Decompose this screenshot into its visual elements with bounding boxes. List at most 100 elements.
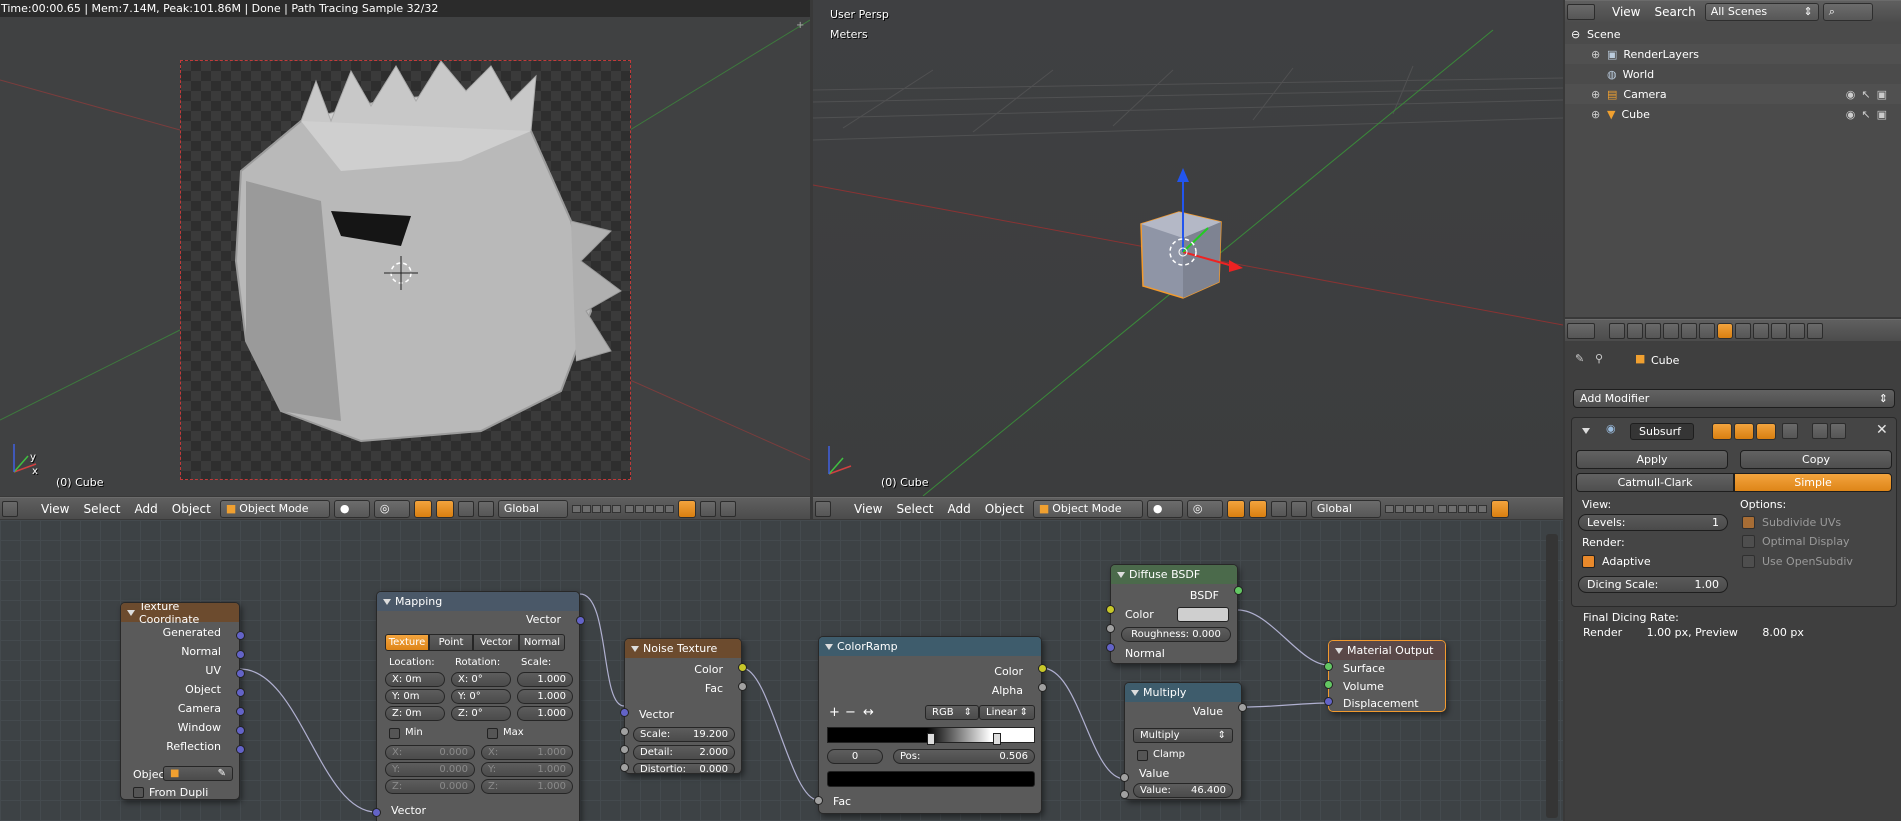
socket-output-volume[interactable] <box>1324 680 1333 689</box>
material-tab-icon[interactable] <box>1753 322 1769 339</box>
stop-color-swatch[interactable] <box>827 771 1035 787</box>
collapse-icon[interactable] <box>825 643 833 650</box>
visibility-icons[interactable]: ◉↖▣ <box>1846 88 1893 101</box>
mapping-tab-vector[interactable]: Vector <box>473 634 519 651</box>
rotation-x-field[interactable]: X: 0° <box>451 672 511 687</box>
location-y-field[interactable]: Y: 0m <box>385 689 445 704</box>
render-tab-icon[interactable] <box>1609 322 1625 339</box>
clamp-checkbox[interactable] <box>1137 750 1148 761</box>
object-tab-icon[interactable] <box>1681 322 1697 339</box>
outliner-menu-view[interactable]: View <box>1607 3 1645 21</box>
max-checkbox[interactable] <box>487 728 498 739</box>
node-editor[interactable]: Texture Coordinate Generated Normal UV O… <box>0 520 1563 821</box>
socket-multiply-in-value-a[interactable] <box>1120 773 1129 782</box>
max-x-field[interactable]: X: 1.000 <box>481 745 573 760</box>
outliner-item-scene[interactable]: ⊖ Scene <box>1565 24 1901 44</box>
snap-button[interactable] <box>719 500 736 517</box>
menu-object[interactable]: Object <box>980 500 1029 518</box>
data-tab-icon[interactable] <box>1735 322 1751 339</box>
proportional-edit-button[interactable] <box>699 500 716 517</box>
min-z-field[interactable]: Z: 0.000 <box>385 779 475 794</box>
socket-multiply-out-value[interactable] <box>1238 703 1247 712</box>
color-stop-handle-0[interactable] <box>927 733 935 745</box>
viewport-shading-dropdown[interactable]: ● <box>1146 499 1183 518</box>
copy-button[interactable]: Copy <box>1740 450 1892 469</box>
value-field[interactable]: Value: 46.400 <box>1133 783 1233 798</box>
outliner-item-world[interactable]: ◍ World <box>1565 64 1901 84</box>
socket-generated[interactable] <box>236 631 245 640</box>
physics-tab-icon[interactable] <box>1807 322 1823 339</box>
color-mode-dropdown[interactable]: RGB ⇕ <box>925 705 979 720</box>
add-stop-button[interactable]: + <box>829 705 840 720</box>
node-mapping[interactable]: Mapping Vector Texture Point Vector Norm… <box>376 591 580 821</box>
editor-type-icon[interactable] <box>1567 3 1595 20</box>
menu-add[interactable]: Add <box>130 500 163 518</box>
corner-widget[interactable]: + <box>796 20 806 31</box>
scale-z-field[interactable]: 1.000 <box>517 706 573 721</box>
flip-ramp-button[interactable]: ↔ <box>863 705 874 720</box>
mapping-tab-normal[interactable]: Normal <box>519 634 565 651</box>
node-header[interactable]: Material Output <box>1329 641 1445 660</box>
socket-output-surface[interactable] <box>1324 662 1333 671</box>
scene-tab-icon[interactable] <box>1645 322 1661 339</box>
socket-diffuse-out-bsdf[interactable] <box>1234 586 1243 595</box>
node-header[interactable]: Mapping <box>377 592 579 611</box>
socket-noise-out-color[interactable] <box>738 663 747 672</box>
node-texture-coordinate[interactable]: Texture Coordinate Generated Normal UV O… <box>120 602 240 800</box>
node-header[interactable]: Noise Texture <box>625 639 741 658</box>
3d-viewport[interactable]: User Persp Meters (0) Cube <box>813 0 1563 496</box>
outliner[interactable]: View Search All Scenes ⇕ ⌕ ⊖ Scene ⊕ ▣ R… <box>1565 0 1901 317</box>
rotate-manipulator[interactable] <box>457 500 474 517</box>
manipulator-toggle[interactable] <box>413 499 432 518</box>
menu-select[interactable]: Select <box>78 500 125 518</box>
socket-camera[interactable] <box>236 707 245 716</box>
expand-icon[interactable]: ⊕ <box>1591 108 1601 121</box>
scale-manipulator[interactable] <box>477 500 494 517</box>
visibility-icons[interactable]: ◉↖▣ <box>1846 108 1893 121</box>
expand-icon[interactable]: ⊕ <box>1591 88 1601 101</box>
node-header[interactable]: Diffuse BSDF <box>1111 565 1237 584</box>
outliner-search-field[interactable]: ⌕ <box>1822 2 1873 21</box>
remove-stop-button[interactable]: − <box>845 705 856 720</box>
socket-diffuse-in-roughness[interactable] <box>1106 624 1115 633</box>
render-viewport[interactable]: Time:00:00.65 | Mem:7.14M, Peak:101.86M … <box>0 0 810 496</box>
socket-mapping-out-vector[interactable] <box>576 616 585 625</box>
node-header[interactable]: Multiply <box>1125 683 1241 702</box>
layers-tab-icon[interactable] <box>1627 322 1643 339</box>
layer-buttons-a[interactable] <box>571 504 621 513</box>
collapse-icon[interactable] <box>1582 428 1590 434</box>
node-editor-scrollbar[interactable] <box>1546 534 1558 818</box>
viewport-toggle[interactable] <box>1734 423 1754 440</box>
orientation-dropdown[interactable]: Global <box>1310 499 1381 518</box>
socket-ramp-out-alpha[interactable] <box>1038 683 1047 692</box>
collapse-icon[interactable] <box>631 645 639 652</box>
texture-tab-icon[interactable] <box>1771 322 1787 339</box>
socket-noise-in-vector[interactable] <box>620 708 629 717</box>
socket-uv[interactable] <box>236 669 245 678</box>
diffuse-color-swatch[interactable] <box>1177 607 1229 622</box>
mode-selector[interactable]: ■ Object Mode <box>219 499 330 518</box>
menu-object[interactable]: Object <box>167 500 216 518</box>
editor-type-icon[interactable] <box>815 500 831 517</box>
world-tab-icon[interactable] <box>1663 322 1679 339</box>
collapse-icon[interactable]: ⊖ <box>1571 28 1581 41</box>
pin-icon[interactable]: ✎ <box>1575 352 1584 365</box>
interpolation-dropdown[interactable]: Linear ⇕ <box>979 705 1035 720</box>
socket-ramp-in-fac[interactable] <box>814 796 823 805</box>
collapse-icon[interactable] <box>1335 647 1343 654</box>
noise-detail-field[interactable]: Detail: 2.000 <box>633 745 735 760</box>
socket-diffuse-in-normal[interactable] <box>1106 643 1115 652</box>
modifier-name-field[interactable]: Subsurf <box>1630 423 1694 440</box>
close-icon[interactable]: ✕ <box>1876 422 1888 438</box>
noise-distortion-field[interactable]: Distortio: 0.000 <box>633 763 735 773</box>
min-x-field[interactable]: X: 0.000 <box>385 745 475 760</box>
min-y-field[interactable]: Y: 0.000 <box>385 762 475 777</box>
socket-ramp-out-color[interactable] <box>1038 664 1047 673</box>
add-modifier-dropdown[interactable]: Add Modifier ⇕ <box>1573 389 1895 408</box>
node-diffuse-bsdf[interactable]: Diffuse BSDF BSDF Color Roughness: 0.000… <box>1110 564 1238 664</box>
menu-add[interactable]: Add <box>943 500 976 518</box>
scale-y-field[interactable]: 1.000 <box>517 689 573 704</box>
scale-x-field[interactable]: 1.000 <box>517 672 573 687</box>
node-noise-texture[interactable]: Noise Texture Color Fac Vector Scale: 19.… <box>624 638 742 774</box>
viewport-shading-dropdown[interactable]: ● <box>333 499 370 518</box>
